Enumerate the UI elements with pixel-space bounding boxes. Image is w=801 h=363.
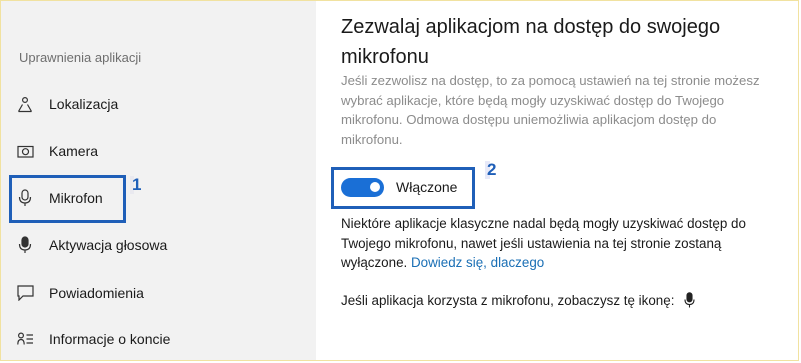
location-icon [16,95,34,113]
sidebar-item-label: Powiadomienia [49,285,144,301]
indicator-text: Jeśli aplikacja korzysta z mikrofonu, zo… [341,292,675,308]
annotation-number-1: 1 [130,175,144,194]
sidebar-item-label: Informacje o koncie [49,331,171,347]
main-content: Zezwalaj aplikacjom na dostęp do swojego… [316,1,798,360]
sidebar-item-location[interactable]: Lokalizacja [1,84,316,124]
annotation-number-2: 2 [485,160,499,179]
notifications-icon [16,284,34,302]
voice-activation-icon [16,236,34,254]
sidebar-item-label: Kamera [49,143,99,159]
toggle-knob [370,182,380,192]
description: Jeśli zezwolisz na dostęp, to za pomocą … [341,73,760,147]
sidebar-heading: Uprawnienia aplikacji [19,50,142,65]
settings-window: Uprawnienia aplikacji Lokalizacja Kamera… [0,0,799,361]
sidebar-item-label: Mikrofon [49,190,103,206]
sidebar-item-camera[interactable]: Kamera [1,131,316,171]
page-title: Zezwalaj aplikacjom na dostęp do swojego… [341,16,721,68]
sidebar-item-label: Aktywacja głosowa [49,237,168,253]
desktop-apps-note: Niektóre aplikacje klasyczne nadal będą … [341,214,781,273]
microphone-access-toggle[interactable] [341,177,384,197]
sidebar-item-microphone[interactable]: Mikrofon [1,178,316,218]
sidebar-item-account-info[interactable]: Informacje o koncie [1,319,316,359]
account-info-icon [16,330,34,348]
microphone-icon [684,292,695,308]
sidebar-item-voice-activation[interactable]: Aktywacja głosowa [1,225,316,265]
mic-indicator-info: Jeśli aplikacja korzysta z mikrofonu, zo… [341,292,695,308]
toggle-label: Włączone [396,179,458,195]
camera-icon [16,142,34,160]
learn-why-link[interactable]: Dowiedz się, dlaczego [411,255,544,270]
sidebar: Uprawnienia aplikacji Lokalizacja Kamera… [1,1,316,360]
microphone-icon [16,189,34,207]
access-toggle-row: Włączone [341,175,457,199]
sidebar-item-label: Lokalizacja [49,96,119,112]
sidebar-item-notifications[interactable]: Powiadomienia [1,273,316,313]
